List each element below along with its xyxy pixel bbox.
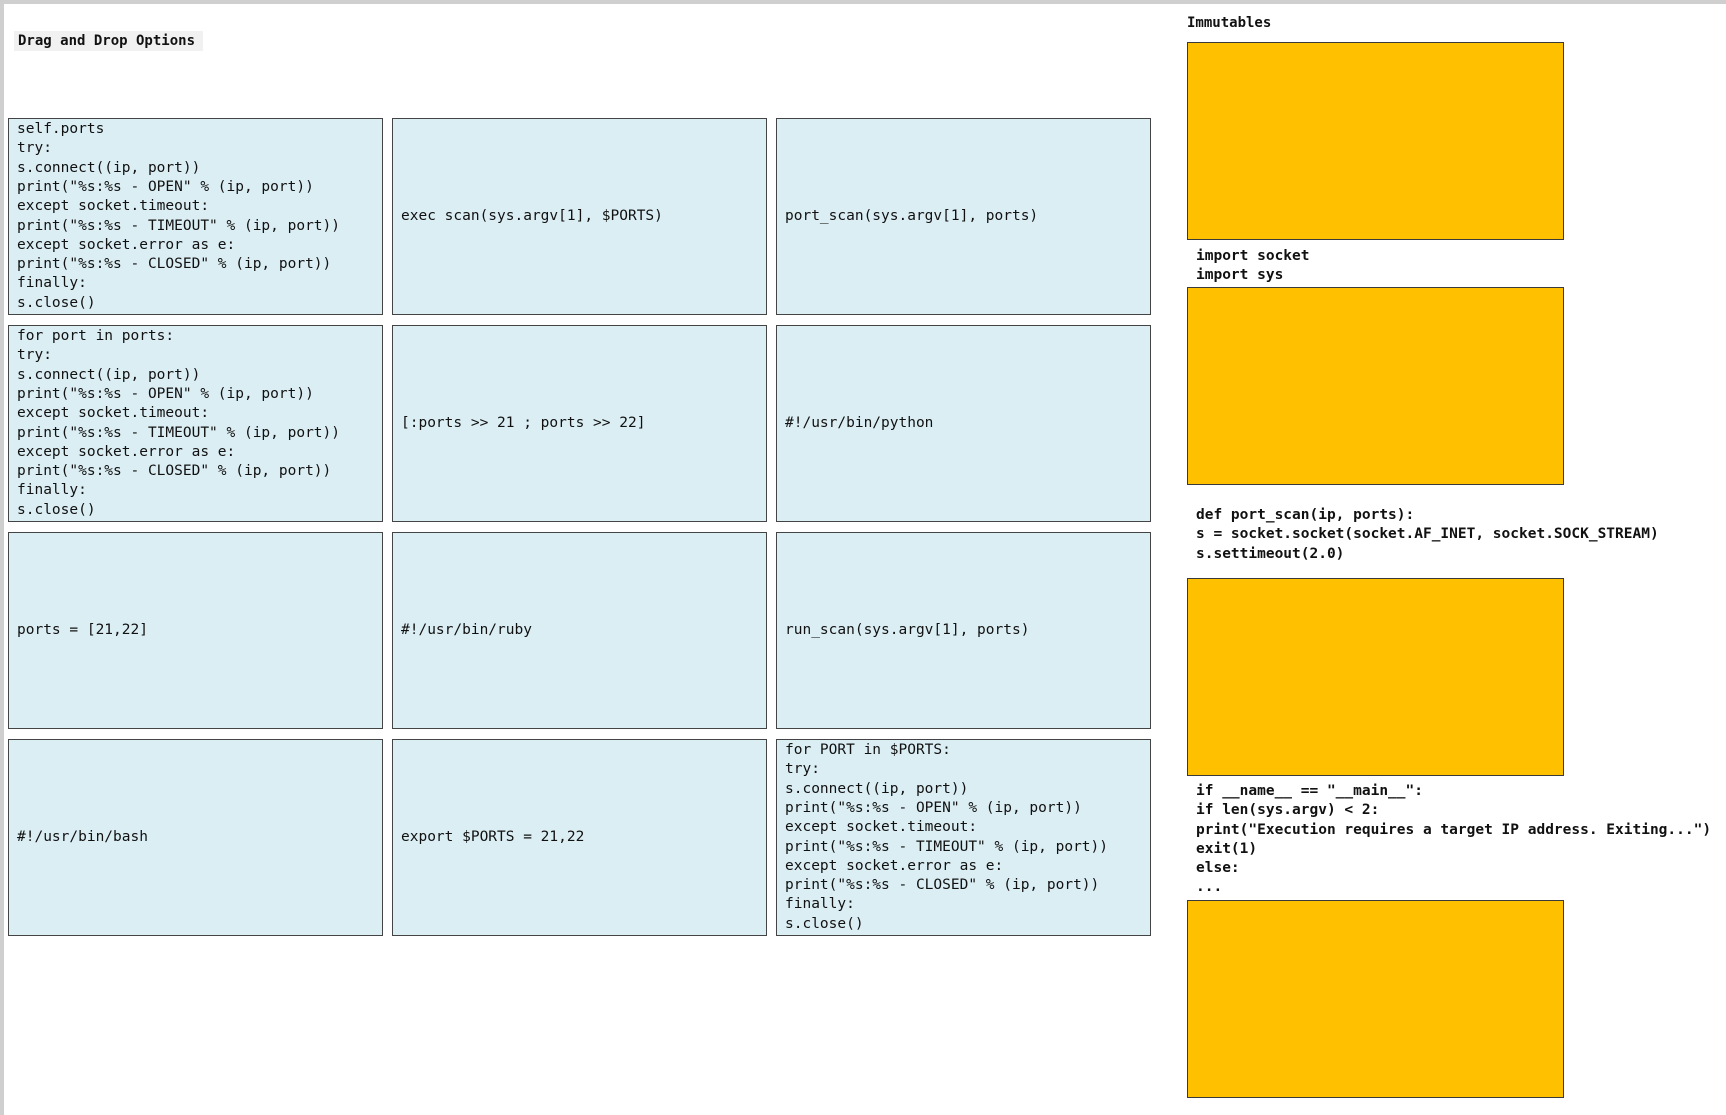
code-line: s.settimeout(2.0): [1196, 545, 1345, 562]
code-line: else:: [1196, 860, 1240, 877]
code-line: except socket.timeout:: [17, 405, 210, 422]
drag-option-5[interactable]: [:ports >> 21 ; ports >> 22]: [392, 325, 767, 522]
page: Drag and Drop Options Immutables self.po…: [4, 4, 1726, 1115]
drag-option-3[interactable]: port_scan(sys.argv[1], ports): [776, 118, 1151, 315]
code-line: print("%s:%s - TIMEOUT" % (ip, port)): [785, 838, 1109, 855]
drag-option-12[interactable]: for PORT in $PORTS: try: s.connect((ip, po…: [776, 739, 1151, 936]
code-line: import sys: [1196, 267, 1284, 284]
code-line: exit(1): [1196, 840, 1258, 857]
code-line: s = socket.socket(socket.AF_INET, socket…: [1196, 526, 1659, 543]
code-line: print("%s:%s - OPEN" % (ip, port)): [785, 799, 1082, 816]
code-line: s.connect((ip, port)): [17, 366, 201, 383]
drag-option-4[interactable]: for port in ports: try: s.connect((ip, por…: [8, 325, 383, 522]
drag-option-9[interactable]: run_scan(sys.argv[1], ports): [776, 532, 1151, 729]
code-line: except socket.error as e:: [785, 857, 1004, 874]
drag-option-11[interactable]: export $PORTS = 21,22: [392, 739, 767, 936]
code-line: try:: [785, 761, 820, 778]
code-line: port_scan(sys.argv[1], ports): [785, 207, 1039, 224]
code-line: print("%s:%s - TIMEOUT" % (ip, port)): [17, 424, 341, 441]
code-line: if len(sys.argv) < 2:: [1196, 802, 1380, 819]
drag-option-1[interactable]: self.ports try: s.connect((ip, port)) print…: [8, 118, 383, 315]
drop-slot-2[interactable]: [1187, 287, 1564, 485]
code-line: #!/usr/bin/bash: [17, 828, 148, 845]
code-line: except socket.error as e:: [17, 443, 236, 460]
drag-option-8[interactable]: #!/usr/bin/ruby: [392, 532, 767, 729]
code-line: finally:: [17, 482, 87, 499]
code-line: ...: [1196, 879, 1223, 896]
immutables-title: Immutables: [1187, 15, 1272, 31]
immutable-main-block: if __name__ == "__main__":if len(sys.arg…: [1196, 782, 1711, 898]
code-line: for port in ports:: [17, 328, 175, 345]
code-line: [:ports >> 21 ; ports >> 22]: [401, 414, 646, 431]
code-line: self.ports: [17, 121, 105, 138]
code-line: s.close(): [17, 294, 96, 311]
code-line: print("%s:%s - CLOSED" % (ip, port)): [17, 256, 332, 273]
code-line: export $PORTS = 21,22: [401, 828, 585, 845]
code-line: finally:: [785, 896, 855, 913]
code-line: finally:: [17, 275, 87, 292]
drop-slot-1[interactable]: [1187, 42, 1564, 240]
drag-option-2[interactable]: exec scan(sys.argv[1], $PORTS): [392, 118, 767, 315]
code-line: print("%s:%s - CLOSED" % (ip, port)): [785, 877, 1100, 894]
code-line: print("Execution requires a target IP ad…: [1196, 821, 1712, 838]
code-line: run_scan(sys.argv[1], ports): [785, 621, 1030, 638]
code-line: except socket.timeout:: [17, 198, 210, 215]
code-line: import socket: [1196, 248, 1310, 264]
drag-option-6[interactable]: #!/usr/bin/python: [776, 325, 1151, 522]
code-line: #!/usr/bin/python: [785, 414, 934, 431]
code-line: s.close(): [17, 501, 96, 518]
code-line: s.connect((ip, port)): [17, 159, 201, 176]
code-line: try:: [17, 140, 52, 157]
drag-option-10[interactable]: #!/usr/bin/bash: [8, 739, 383, 936]
code-line: def port_scan(ip, ports):: [1196, 507, 1415, 523]
code-line: print("%s:%s - OPEN" % (ip, port)): [17, 178, 314, 195]
code-line: s.close(): [785, 915, 864, 932]
drag-and-drop-title: Drag and Drop Options: [14, 31, 204, 51]
code-line: s.connect((ip, port)): [785, 780, 969, 797]
code-line: #!/usr/bin/ruby: [401, 621, 532, 638]
code-line: exec scan(sys.argv[1], $PORTS): [401, 207, 663, 224]
code-line: try:: [17, 347, 52, 364]
drag-option-7[interactable]: ports = [21,22]: [8, 532, 383, 729]
code-line: print("%s:%s - OPEN" % (ip, port)): [17, 385, 314, 402]
drop-slot-3[interactable]: [1187, 578, 1564, 776]
immutable-imports: import socket import sys: [1196, 247, 1310, 286]
code-line: print("%s:%s - TIMEOUT" % (ip, port)): [17, 217, 341, 234]
code-line: ports = [21,22]: [17, 621, 148, 638]
code-line: for PORT in $PORTS:: [785, 742, 951, 759]
immutable-port-scan-def: def port_scan(ip, ports): s = socket.sock…: [1196, 506, 1659, 564]
drop-slot-4[interactable]: [1187, 900, 1564, 1098]
code-line: except socket.error as e:: [17, 236, 236, 253]
code-line: except socket.timeout:: [785, 819, 978, 836]
code-line: print("%s:%s - CLOSED" % (ip, port)): [17, 463, 332, 480]
code-line: if __name__ == "__main__":: [1196, 783, 1423, 799]
